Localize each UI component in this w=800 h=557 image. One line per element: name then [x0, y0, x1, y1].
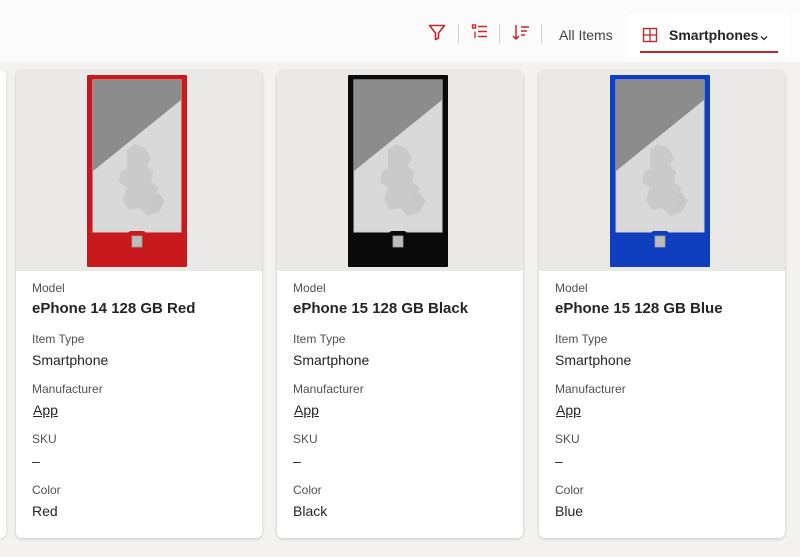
- item-type-label: Item Type: [555, 332, 608, 346]
- model-label: Model: [32, 281, 65, 295]
- active-view-label: Smartphones: [669, 27, 759, 43]
- color-label: Color: [32, 483, 61, 497]
- color-label: Color: [293, 483, 322, 497]
- phone-illustration: [348, 75, 448, 272]
- product-card[interactable]: Model ePhone 15 128 GB Black Item Type S…: [277, 70, 523, 538]
- phone-illustration: [87, 75, 187, 272]
- item-type-label: Item Type: [32, 332, 85, 346]
- model-label: Model: [293, 281, 326, 295]
- product-image: [277, 70, 523, 271]
- item-type-value: Smartphone: [555, 352, 632, 368]
- view-smartphones-tab[interactable]: Smartphones: [628, 14, 790, 58]
- manufacturer-label: Manufacturer: [32, 382, 103, 396]
- sku-value: –: [555, 453, 563, 469]
- model-value: ePhone 15 128 GB Black: [293, 300, 469, 317]
- color-value: Red: [32, 503, 58, 519]
- sku-label: SKU: [293, 432, 318, 446]
- list-group-icon[interactable]: [469, 21, 491, 43]
- view-all-items[interactable]: All Items: [559, 27, 613, 43]
- item-type-value: Smartphone: [32, 352, 109, 368]
- product-card[interactable]: Model ePhone 15 128 GB Blue Item Type Sm…: [539, 70, 785, 538]
- sku-label: SKU: [32, 432, 57, 446]
- toolbar-divider: [458, 24, 459, 44]
- model-value: ePhone 14 128 GB Red: [32, 300, 196, 317]
- active-tab-indicator: [640, 51, 778, 53]
- color-value: Blue: [555, 503, 584, 519]
- phone-illustration: [610, 75, 710, 272]
- product-image: [539, 70, 785, 271]
- filter-icon[interactable]: [426, 21, 448, 43]
- sort-icon[interactable]: [510, 21, 532, 43]
- overflow-edge: [793, 14, 800, 58]
- product-card[interactable]: Model ePhone 14 128 GB Red Item Type Sma…: [16, 70, 262, 538]
- command-bar: All Items Smartphones: [0, 0, 800, 62]
- partial-card: [0, 70, 6, 538]
- product-image: [16, 70, 262, 271]
- sku-label: SKU: [555, 432, 580, 446]
- color-value: Black: [293, 503, 328, 519]
- chevron-down-icon[interactable]: [759, 30, 769, 48]
- model-value: ePhone 15 128 GB Blue: [555, 300, 723, 317]
- toolbar-divider: [541, 24, 542, 44]
- manufacturer-label: Manufacturer: [293, 382, 364, 396]
- table-grid-icon: [642, 27, 658, 48]
- manufacturer-link[interactable]: App: [33, 402, 58, 418]
- toolbar-divider: [499, 24, 500, 44]
- model-label: Model: [555, 281, 588, 295]
- manufacturer-link[interactable]: App: [556, 402, 581, 418]
- item-type-value: Smartphone: [293, 352, 370, 368]
- color-label: Color: [555, 483, 584, 497]
- manufacturer-label: Manufacturer: [555, 382, 626, 396]
- sku-value: –: [293, 453, 301, 469]
- item-type-label: Item Type: [293, 332, 346, 346]
- sku-value: –: [32, 453, 40, 469]
- manufacturer-link[interactable]: App: [294, 402, 319, 418]
